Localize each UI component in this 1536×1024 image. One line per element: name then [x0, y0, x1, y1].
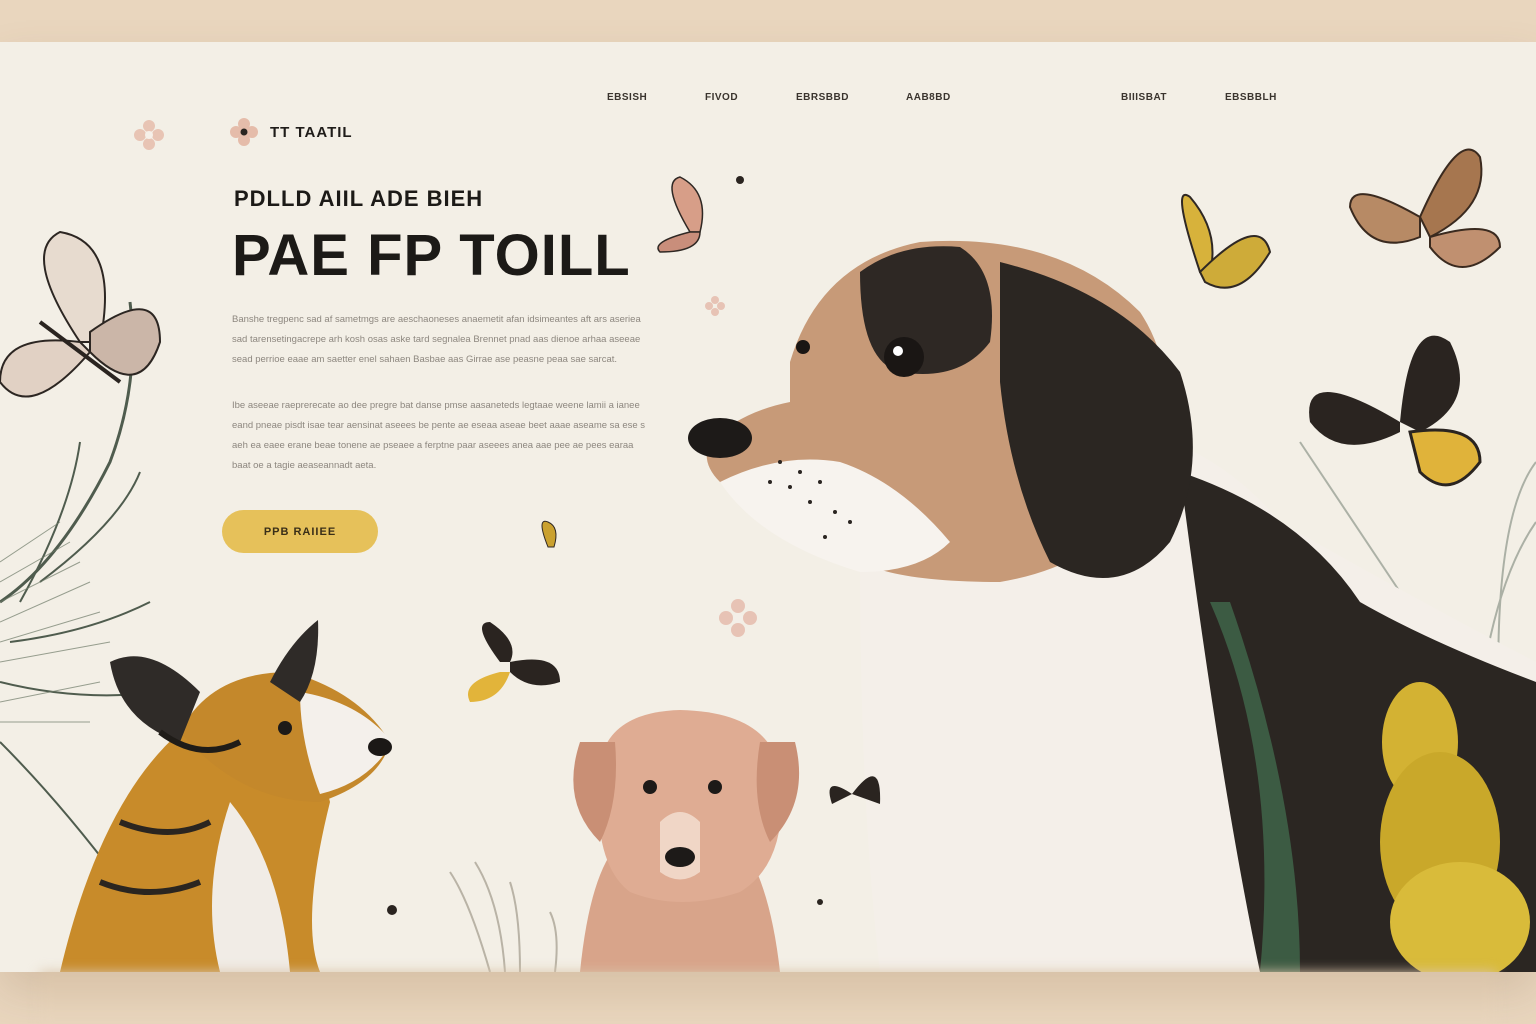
nav-item-2[interactable]: FIVOD [705, 92, 738, 103]
flower-icon [719, 599, 757, 637]
flower-icon [230, 118, 258, 146]
flower-icon [134, 120, 164, 150]
hero-paragraph-1: Banshe tregpenc sad af sametmgs are aesc… [232, 314, 641, 365]
butterfly-icon [468, 622, 560, 702]
puppy-illustration [573, 710, 800, 972]
brand-logo[interactable]: TT TAATIL [228, 116, 353, 148]
hero-illustration [0, 148, 1536, 972]
butterfly-icon [541, 520, 557, 548]
butterfly-icon [657, 176, 704, 253]
hero-page: TT TAATIL EBSISH FIVOD EBRSBBD AAB8BD BI… [0, 42, 1536, 972]
cta-button[interactable]: PPB RAIIEE [222, 510, 378, 553]
butterfly-icon [1181, 194, 1272, 289]
corgi-illustration [60, 620, 392, 972]
butterfly-icon [829, 776, 881, 804]
hero-headline: PAE FP TOILL [232, 223, 631, 288]
butterfly-icon [1309, 335, 1482, 487]
nav-item-3[interactable]: EBRSBBD [796, 92, 849, 103]
nav-item-5[interactable]: BIIISBAT [1121, 92, 1167, 103]
hero-eyebrow: PDLLD AIIL ADE BIEH [234, 186, 484, 211]
nav-item-4[interactable]: AAB8BD [906, 92, 951, 103]
main-nav: EBSISH FIVOD EBRSBBD AAB8BD BIIISBAT EBS… [0, 92, 1536, 104]
butterfly-icon [0, 230, 162, 398]
butterfly-icon [1348, 148, 1502, 268]
brand-name: TT TAATIL [270, 123, 353, 141]
page-shadow [40, 972, 1496, 1024]
nav-item-6[interactable]: EBSBBLH [1225, 92, 1277, 103]
flower-icon [705, 296, 725, 316]
nav-item-1[interactable]: EBSISH [607, 92, 647, 103]
hero-paragraph-2: Ibe aseeae raeprerecate ao dee pregre ba… [232, 400, 646, 471]
